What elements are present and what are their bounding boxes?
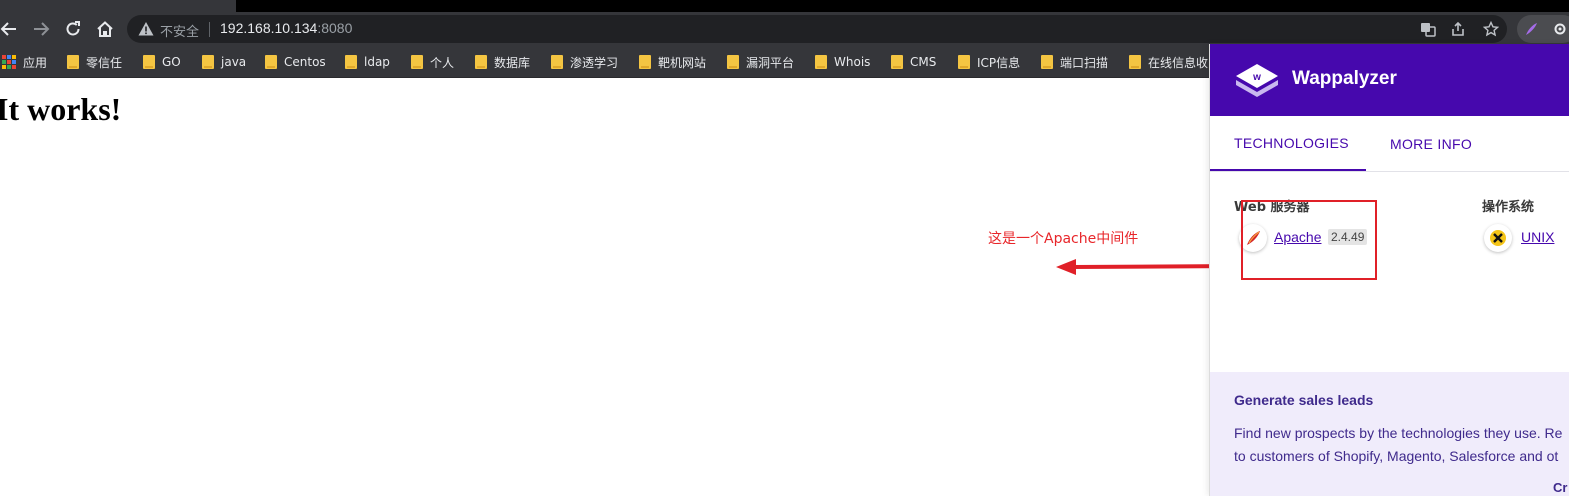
warning-icon[interactable] (137, 20, 155, 38)
security-label[interactable]: 不安全 (160, 21, 199, 40)
folder-icon (1129, 55, 1141, 69)
category-operating-system: 操作系统 (1482, 200, 1535, 215)
bookmark-folder[interactable]: 数据库 (475, 53, 530, 71)
bookmark-folder[interactable]: 渗透学习 (551, 53, 618, 71)
browser-toolbar: 不安全 192.168.10.134:8080 (0, 12, 1569, 46)
unix-x-icon (1484, 224, 1512, 252)
extension-gear-icon[interactable] (1551, 20, 1569, 38)
bookmark-folder[interactable]: CMS (891, 53, 936, 71)
url-port: :8080 (317, 20, 353, 36)
wappalyzer-title: Wappalyzer (1292, 68, 1397, 89)
folder-icon (202, 55, 214, 69)
folder-icon (958, 55, 970, 69)
bookmark-label: java (221, 55, 247, 69)
highlight-box (1241, 200, 1377, 280)
wappalyzer-tabs: TECHNOLOGIES MORE INFO (1210, 116, 1569, 172)
bookmark-label: 零信任 (86, 55, 123, 70)
bookmark-label: 数据库 (494, 55, 531, 70)
page-heading: It works! (0, 91, 122, 127)
bookmark-label: CMS (910, 55, 937, 69)
bookmark-folder[interactable]: Centos (265, 53, 326, 71)
tab-technologies[interactable]: TECHNOLOGIES (1210, 116, 1366, 171)
share-icon[interactable] (1449, 20, 1467, 38)
active-tab-edge[interactable] (0, 0, 236, 12)
bookmark-label: Centos (284, 55, 326, 69)
bookmark-folder[interactable]: GO (143, 53, 181, 71)
tab-strip-background (236, 0, 1569, 12)
extension-feather-icon[interactable] (1522, 20, 1540, 38)
wappalyzer-popup: w Wappalyzer TECHNOLOGIES MORE INFO Web … (1209, 44, 1569, 496)
bookmark-folder[interactable]: Whois (815, 53, 870, 71)
tab-more-info[interactable]: MORE INFO (1390, 116, 1472, 171)
folder-icon (67, 55, 79, 69)
bookmark-folder[interactable]: ICP信息 (958, 53, 1020, 71)
folder-icon (551, 55, 563, 69)
address-bar[interactable]: 不安全 192.168.10.134:8080 (127, 15, 1507, 43)
bookmark-folder[interactable]: 漏洞平台 (727, 53, 794, 71)
tech-link-unix[interactable]: UNIX (1521, 229, 1554, 245)
star-icon[interactable] (1482, 20, 1500, 38)
apps-grid-icon (2, 55, 16, 69)
promo-text-line: Find new prospects by the technologies t… (1234, 425, 1563, 441)
bookmark-label: ICP信息 (977, 55, 1021, 70)
url-host: 192.168.10.134 (220, 20, 318, 36)
wappalyzer-logo-icon: w (1236, 64, 1278, 97)
bookmark-label: Whois (834, 55, 871, 69)
bookmark-label: 漏洞平台 (746, 55, 795, 70)
folder-icon (891, 55, 903, 69)
url-text[interactable]: 192.168.10.134:8080 (220, 20, 352, 36)
bookmark-folder[interactable]: 靶机网站 (639, 53, 706, 71)
folder-icon (265, 55, 277, 69)
promo-title: Generate sales leads (1234, 392, 1374, 408)
svg-text:w: w (1252, 72, 1261, 83)
back-arrow-icon[interactable] (0, 16, 22, 42)
bookmark-apps[interactable]: 应用 (2, 53, 47, 71)
forward-arrow-icon[interactable] (28, 16, 54, 42)
promo-section: Generate sales leads Find new prospects … (1210, 372, 1569, 496)
folder-icon (639, 55, 651, 69)
folder-icon (345, 55, 357, 69)
folder-icon (475, 55, 487, 69)
bookmark-folder[interactable]: java (202, 53, 246, 71)
home-icon[interactable] (92, 16, 118, 42)
translate-icon[interactable] (1419, 20, 1437, 38)
bookmark-label: 端口扫描 (1060, 55, 1109, 70)
promo-text-line: to customers of Shopify, Magento, Salesf… (1234, 448, 1559, 464)
promo-cta-button[interactable]: Cr (1553, 480, 1567, 495)
bookmark-label: 应用 (23, 55, 48, 70)
bookmark-label: 在线信息收 (1148, 55, 1209, 70)
wappalyzer-header: w Wappalyzer (1210, 44, 1569, 116)
bookmark-label: ldap (364, 55, 390, 69)
tab-strip (0, 0, 1569, 12)
folder-icon (1041, 55, 1053, 69)
bookmark-folder[interactable]: 在线信息收 (1129, 53, 1208, 71)
bookmark-label: GO (162, 55, 181, 69)
folder-icon (727, 55, 739, 69)
bookmark-label: 个人 (430, 55, 455, 70)
reload-icon[interactable] (60, 16, 86, 42)
extensions-area (1517, 15, 1569, 43)
bookmark-label: 靶机网站 (658, 55, 707, 70)
bookmark-label: 渗透学习 (570, 55, 619, 70)
bookmark-folder[interactable]: 端口扫描 (1041, 53, 1108, 71)
omnibox-divider (209, 22, 210, 37)
bookmark-folder[interactable]: ldap (345, 53, 390, 71)
folder-icon (411, 55, 423, 69)
browser-window: 不安全 192.168.10.134:8080 应用 零信任 GO java C… (0, 0, 1569, 496)
page-content: It works! 这是一个Apache中间件 (0, 79, 1243, 496)
folder-icon (143, 55, 155, 69)
bookmark-folder[interactable]: 个人 (411, 53, 454, 71)
annotation-text: 这是一个Apache中间件 (988, 231, 1139, 247)
folder-icon (815, 55, 827, 69)
bookmark-folder[interactable]: 零信任 (67, 53, 122, 71)
